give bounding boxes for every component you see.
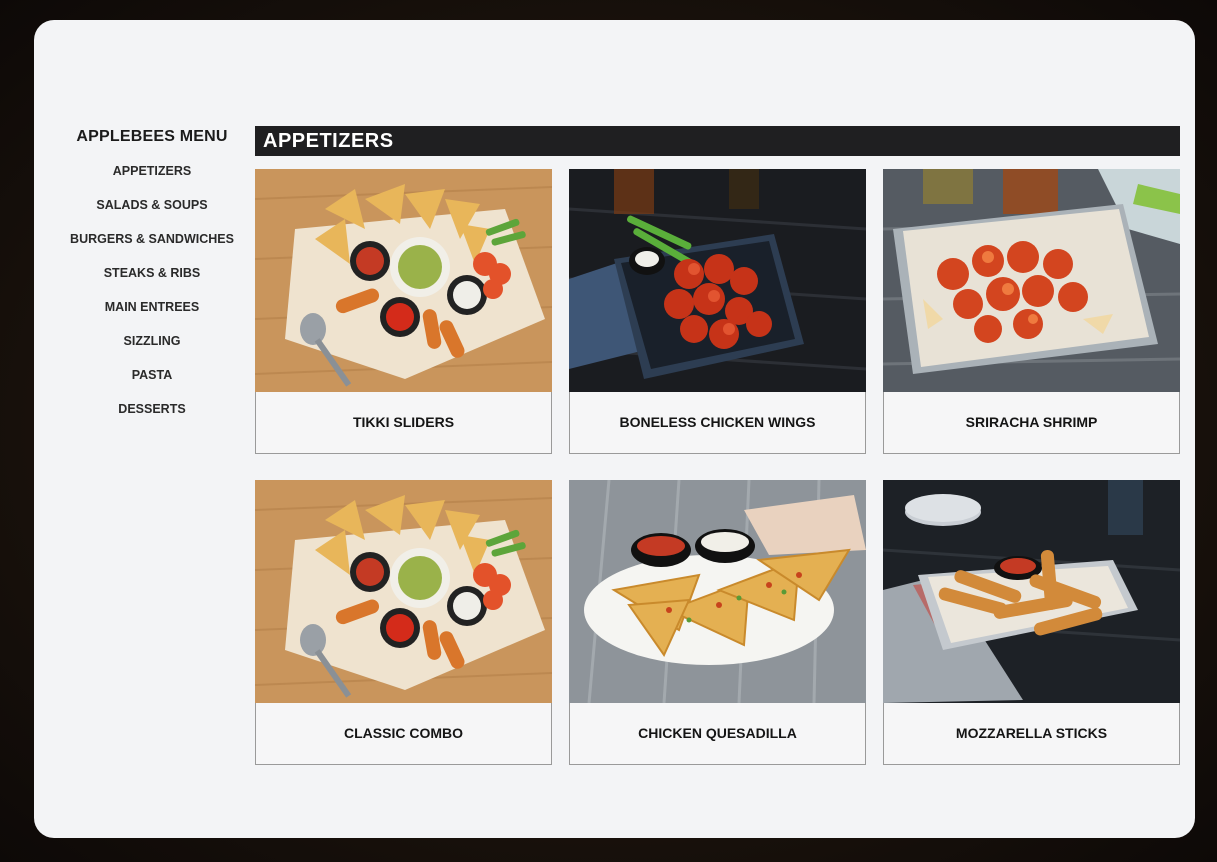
tikki-sliders-photo: [255, 169, 552, 392]
card-label: CHICKEN QUESADILLA: [638, 725, 797, 741]
sidebar-item-main-entrees[interactable]: MAIN ENTREES: [70, 290, 234, 324]
sidebar-item-desserts[interactable]: DESSERTS: [70, 392, 234, 426]
menu-card-sriracha-shrimp[interactable]: SRIRACHA SHRIMP: [883, 169, 1180, 454]
sriracha-shrimp-photo: [883, 169, 1180, 392]
mozzarella-sticks-photo: [883, 480, 1180, 703]
menu-card-chicken-quesadilla[interactable]: CHICKEN QUESADILLA: [569, 480, 866, 765]
card-label: TIKKI SLIDERS: [352, 414, 455, 430]
sidebar-item-pasta[interactable]: PASTA: [70, 358, 234, 392]
boneless-chicken-wings-photo: [569, 169, 866, 392]
chicken-quesadilla-photo: [569, 480, 866, 703]
sidebar-item-sizzling[interactable]: SIZZLING: [70, 324, 234, 358]
sidebar-item-steaks-ribs[interactable]: STEAKS & RIBS: [70, 256, 234, 290]
sidebar-item-burgers-sandwiches[interactable]: BURGERS & SANDWICHES: [70, 222, 234, 256]
menu-screen: APPLEBEES MENU APPETIZERS SALADS & SOUPS…: [34, 20, 1195, 838]
sidebar-title: APPLEBEES MENU: [76, 128, 228, 145]
card-label: SRIRACHA SHRIMP: [965, 414, 1098, 430]
menu-card-classic-combo[interactable]: CLASSIC COMBO: [255, 480, 552, 765]
sidebar-item-appetizers[interactable]: APPETIZERS: [70, 154, 234, 188]
section-header: APPETIZERS: [255, 126, 1180, 156]
menu-card-boneless-chicken-wings[interactable]: BONELESS CHICKEN WINGS: [569, 169, 866, 454]
card-label: MOZZARELLA STICKS: [955, 725, 1108, 741]
sidebar-item-salads-soups[interactable]: SALADS & SOUPS: [70, 188, 234, 222]
card-label: CLASSIC COMBO: [344, 725, 463, 741]
section-title: APPETIZERS: [263, 130, 394, 152]
menu-card-tikki-sliders[interactable]: TIKKI SLIDERS: [255, 169, 552, 454]
menu-card-mozzarella-sticks[interactable]: MOZZARELLA STICKS: [883, 480, 1180, 765]
card-label: BONELESS CHICKEN WINGS: [619, 414, 816, 430]
classic-combo-photo: [255, 480, 552, 703]
sidebar-nav: APPLEBEES MENU APPETIZERS SALADS & SOUPS…: [70, 128, 234, 436]
